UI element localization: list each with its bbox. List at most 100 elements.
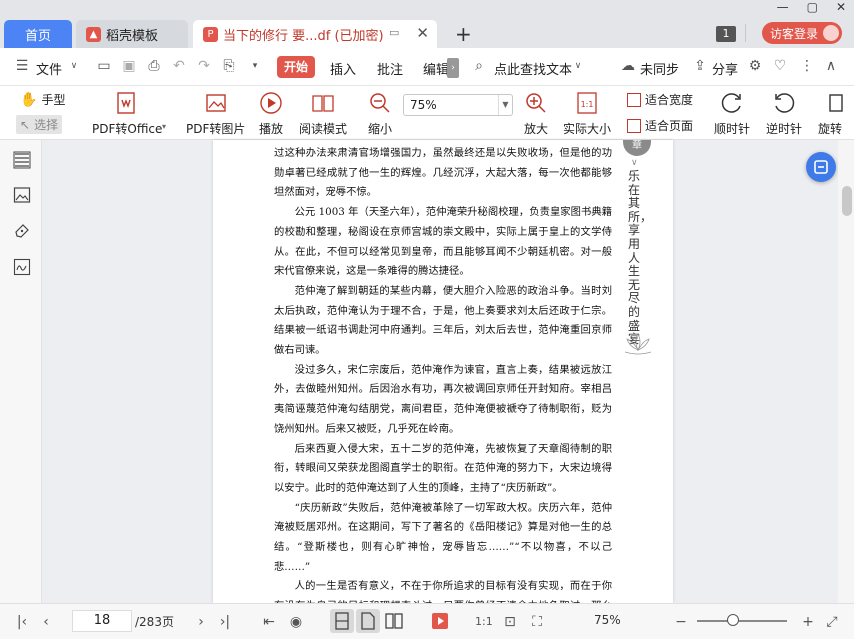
select-tool-button[interactable]: ↖ 选择 xyxy=(16,115,63,134)
annotation-icon[interactable] xyxy=(13,222,31,240)
zoom-percent[interactable]: 75% xyxy=(594,613,621,627)
hamburger-menu-icon[interactable]: ☰ xyxy=(14,58,30,74)
zoom-dropdown-icon[interactable]: ▼ xyxy=(498,95,512,115)
two-page-icon xyxy=(385,613,403,629)
book-icon xyxy=(310,90,336,116)
fit-screen-icon[interactable]: ⤢ xyxy=(824,614,840,630)
zoom-out-button[interactable]: 缩小 xyxy=(367,90,393,137)
lotus-ornament-icon xyxy=(624,333,652,355)
fit-window-icon[interactable]: ⊡ xyxy=(502,614,518,630)
tab-edit[interactable]: 编辑 xyxy=(423,59,449,78)
continuous-view-button[interactable] xyxy=(356,609,380,633)
page-count-badge[interactable]: 1 xyxy=(716,26,736,42)
tab-home[interactable]: 首页 xyxy=(4,20,72,48)
more-chevron-icon[interactable]: ▾ xyxy=(247,58,263,74)
play-label: 播放 xyxy=(258,122,283,136)
paragraph: 人的一生是否有意义，不在于你所追求的目标有没有实现，而在于你有没有为自己的目标和… xyxy=(274,580,612,603)
zoom-in-button[interactable]: 放大 xyxy=(523,90,549,137)
tab-template[interactable]: ▲ 稻壳模板 xyxy=(76,20,188,48)
skin-icon[interactable]: ♡ xyxy=(772,58,788,74)
pdf-to-office-button[interactable]: PDF转Office xyxy=(92,90,162,137)
single-page-view-button[interactable] xyxy=(330,609,354,633)
settings-gear-icon[interactable]: ⚙ xyxy=(747,58,763,74)
first-page-icon[interactable]: |‹ xyxy=(14,614,30,630)
zoom-slider-track[interactable] xyxy=(697,620,787,622)
rotate-counterclockwise-button[interactable]: 逆时针 xyxy=(766,90,802,137)
fit-width-button[interactable]: 适合宽度 xyxy=(627,91,693,108)
search-dropdown-icon[interactable]: ∨ xyxy=(570,58,586,74)
outline-icon[interactable] xyxy=(13,151,31,169)
menu-file[interactable]: 文件 xyxy=(36,59,62,78)
play-button[interactable]: 播放 xyxy=(258,90,284,137)
undo-icon[interactable]: ↶ xyxy=(171,58,187,74)
paragraph: “庆历新政”失败后，范仲淹被革除了一切军政大权。庆历六年，范仲淹被贬居邓州。在这… xyxy=(274,501,612,573)
two-page-view-button[interactable] xyxy=(382,609,406,633)
tab-document-label: 当下的修行 要...df (已加密) xyxy=(223,28,384,44)
thumbnail-icon[interactable] xyxy=(13,186,31,204)
pdf-to-image-icon xyxy=(203,90,229,116)
actual-size-button[interactable]: 1:1 实际大小 xyxy=(563,90,611,137)
fullscreen-icon[interactable]: ⛶ xyxy=(529,614,545,630)
share-button[interactable]: 分享 xyxy=(712,59,738,78)
single-page-icon xyxy=(335,612,349,630)
login-button[interactable]: 访客登录 xyxy=(762,22,842,44)
close-tab-icon[interactable]: ✕ xyxy=(416,24,429,42)
open-folder-icon[interactable]: ▭ xyxy=(96,58,112,74)
tab-start[interactable]: 开始 xyxy=(277,56,315,78)
menu-bar: ☰ 文件 ∨ ▭ ▣ ⎙ ↶ ↷ ⎘ ▾ 开始 插入 批注 编辑 › ⌕ 点此查… xyxy=(0,48,854,86)
pdf-to-office-dropdown-icon[interactable]: ▾ xyxy=(162,122,166,131)
zoom-in-small-icon[interactable]: + xyxy=(800,614,816,630)
collapse-ribbon-icon[interactable]: ∧ xyxy=(823,58,839,74)
read-mode-button[interactable]: 阅读模式 xyxy=(299,90,347,137)
hand-tool-button[interactable]: ✋ 手型 xyxy=(20,91,65,108)
print-icon[interactable]: ⎙ xyxy=(146,58,162,74)
next-page-icon[interactable]: › xyxy=(193,614,209,630)
minimize-icon[interactable]: — xyxy=(777,0,789,18)
pin-window-icon[interactable]: ▭ xyxy=(389,26,403,39)
pdf-to-image-button[interactable]: PDF转图片 xyxy=(186,90,245,137)
last-page-icon[interactable]: ›| xyxy=(217,614,233,630)
more-options-icon[interactable]: ⋮ xyxy=(799,58,815,74)
play-slideshow-button[interactable] xyxy=(428,609,452,633)
sync-status[interactable]: 未同步 xyxy=(640,59,679,78)
zoom-select-value: 75% xyxy=(410,98,437,112)
close-window-icon[interactable]: ✕ xyxy=(836,0,846,18)
paragraph: 公元 1003 年（天圣六年），范仲淹荣升秘阁校理，负责皇家图书典籍的校勘和整理… xyxy=(274,206,612,278)
save-icon[interactable]: ▣ xyxy=(121,58,137,74)
chevron-down-icon[interactable]: ∨ xyxy=(66,58,82,74)
rotate-clockwise-button[interactable]: 顺时针 xyxy=(714,90,750,137)
floating-translate-button[interactable] xyxy=(806,152,836,182)
zoom-in-label: 放大 xyxy=(523,122,548,136)
continuous-page-icon xyxy=(361,612,375,630)
rotate-document-button[interactable]: 旋转 xyxy=(818,90,854,137)
tab-insert[interactable]: 插入 xyxy=(330,59,356,78)
new-tab-button[interactable]: + xyxy=(455,22,472,46)
tab-document[interactable]: P 当下的修行 要...df (已加密) ▭ ✕ xyxy=(193,20,437,48)
search-text-input[interactable]: 点此查找文本 xyxy=(494,59,572,78)
export-icon[interactable]: ⎘ xyxy=(221,58,237,74)
maximize-icon[interactable]: ▢ xyxy=(807,0,818,18)
rotate-clockwise-icon xyxy=(719,90,745,116)
fit-page-label: 适合页面 xyxy=(645,119,694,133)
signature-icon[interactable] xyxy=(13,258,31,276)
tab-annotate[interactable]: 批注 xyxy=(377,59,403,78)
zoom-in-icon xyxy=(523,90,549,116)
actual-size-label: 实际大小 xyxy=(563,122,612,136)
chapter-margin: 章 ∨ 乐在其所，享用人生无尽的盛宴 xyxy=(619,140,655,400)
avatar-icon xyxy=(823,25,839,41)
hand-tool-label: 手型 xyxy=(41,93,66,107)
redo-icon[interactable]: ↷ xyxy=(196,58,212,74)
actual-size-status-icon[interactable]: 1:1 xyxy=(475,614,493,630)
rotate-clockwise-label: 顺时针 xyxy=(714,122,751,136)
fit-page-button[interactable]: 适合页面 xyxy=(627,117,693,134)
previous-page-icon[interactable]: ‹ xyxy=(38,614,54,630)
back-icon[interactable]: ⇤ xyxy=(261,614,277,630)
page-number-input[interactable]: 18 xyxy=(72,610,132,632)
scrollbar-thumb[interactable] xyxy=(842,186,852,216)
zoom-slider-knob[interactable] xyxy=(727,614,739,626)
eye-protection-icon[interactable]: ◉ xyxy=(288,614,304,630)
docer-logo-icon: ▲ xyxy=(86,26,101,42)
zoom-select[interactable]: 75% ▼ xyxy=(403,94,513,116)
zoom-out-small-icon[interactable]: − xyxy=(673,614,689,630)
scroll-tabs-right-icon[interactable]: › xyxy=(447,58,459,78)
